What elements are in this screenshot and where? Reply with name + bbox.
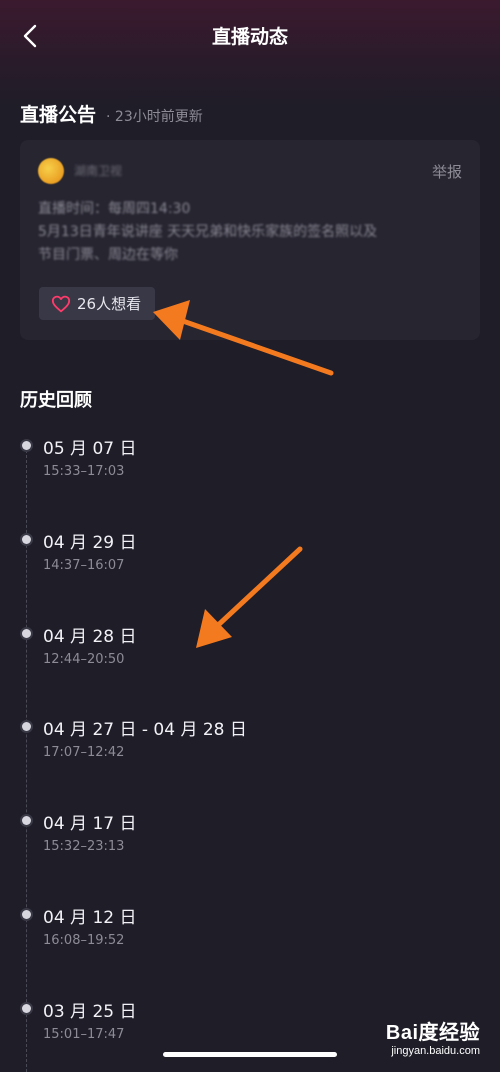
history-time: 12:44–20:50 [43, 652, 125, 667]
want-to-watch-button[interactable]: 26人想看 [39, 287, 156, 320]
watermark: Bai度经验 jingyan.baidu.com [386, 1016, 480, 1057]
timeline-dot [22, 1004, 31, 1013]
history-date: 04 月 29 日 [43, 533, 137, 553]
watermark-brand: Bai度经验 [385, 1022, 480, 1044]
announcement-card: 湖南卫视 举报 直播时间：每周四14:30 5月13日青年说讲座 天天兄弟和快乐… [20, 140, 480, 340]
announcement-line: 5月13日青年说讲座 天天兄弟和快乐家族的签名照以及 [38, 224, 378, 240]
home-indicator[interactable] [163, 1052, 337, 1057]
announcement-updated: · 23小时前更新 [106, 109, 203, 125]
announcement-line: 直播时间：每周四14:30 [38, 201, 191, 217]
announcement-header: 直播公告 · 23小时前更新 [20, 100, 203, 127]
page-title: 直播动态 [211, 26, 288, 48]
history-time: 17:07–12:42 [43, 745, 125, 760]
timeline-dot [22, 629, 31, 638]
timeline-dot [22, 441, 31, 450]
history-date: 04 月 28 日 [43, 627, 137, 647]
history-date: 03 月 25 日 [43, 1002, 137, 1022]
watermark-url: jingyan.baidu.com [391, 1045, 480, 1057]
history-time: 15:33–17:03 [43, 464, 125, 479]
history-item[interactable]: 04 月 17 日 15:32–23:13 [0, 809, 500, 879]
history-date: 05 月 07 日 [43, 439, 137, 459]
nav-bar: 直播动态 [0, 14, 500, 58]
status-bar [0, 0, 500, 8]
timeline-dot [22, 816, 31, 825]
history-item[interactable]: 04 月 12 日 16:08–19:52 [0, 903, 500, 973]
timeline-dot [22, 535, 31, 544]
account-name: 湖南卫视 [74, 164, 123, 178]
heart-icon [51, 295, 71, 312]
timeline-dot [22, 722, 31, 731]
want-count-label: 26人想看 [77, 295, 142, 313]
report-button[interactable]: 举报 [432, 161, 462, 182]
account-avatar [38, 158, 64, 184]
history-date: 04 月 12 日 [43, 908, 137, 928]
history-time: 15:32–23:13 [43, 839, 125, 854]
history-date: 04 月 27 日 - 04 月 28 日 [43, 720, 247, 740]
announcement-body: 直播时间：每周四14:30 5月13日青年说讲座 天天兄弟和快乐家族的签名照以及… [38, 198, 468, 267]
announcement-title: 直播公告 [20, 104, 97, 126]
history-item[interactable]: 04 月 27 日 - 04 月 28 日 17:07–12:42 [0, 715, 500, 785]
history-time: 16:08–19:52 [43, 933, 125, 948]
history-item[interactable]: 05 月 07 日 15:33–17:03 [0, 434, 500, 504]
history-item[interactable]: 04 月 29 日 14:37–16:07 [0, 528, 500, 598]
history-time: 15:01–17:47 [43, 1027, 125, 1042]
announcement-line: 节目门票、周边在等你 [38, 247, 178, 263]
history-date: 04 月 17 日 [43, 814, 137, 834]
history-title: 历史回顾 [20, 390, 92, 411]
timeline-dot [22, 910, 31, 919]
history-item[interactable]: 04 月 28 日 12:44–20:50 [0, 622, 500, 692]
history-time: 14:37–16:07 [43, 558, 125, 573]
